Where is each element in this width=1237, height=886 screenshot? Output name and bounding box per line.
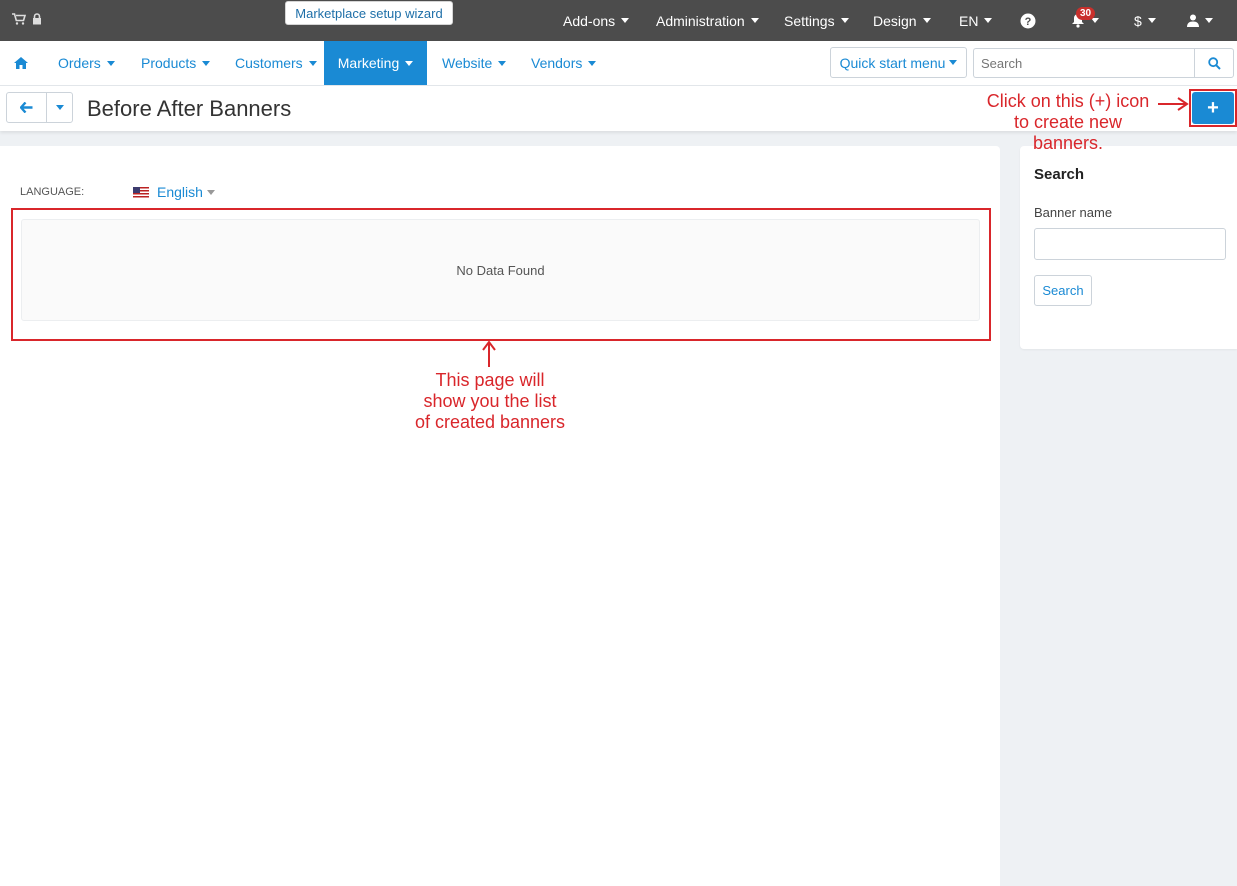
banner-name-label: Banner name (1034, 205, 1113, 220)
chevron-down-icon (55, 105, 64, 110)
nav-website-label: Website (442, 55, 493, 71)
user-menu[interactable] (1187, 0, 1213, 41)
user-icon (1187, 14, 1199, 27)
menu-add-ons-label: Add-ons (563, 12, 616, 29)
nav-customers-label: Customers (235, 55, 303, 71)
chevron-down-icon (1205, 18, 1213, 23)
nav-orders-label: Orders (58, 55, 101, 71)
quick-start-menu-label: Quick start menu (839, 54, 946, 71)
annotation-arrow-right (1158, 97, 1189, 111)
annotation-add-hint-line: Click on this (+) icon (986, 91, 1150, 111)
search-icon[interactable] (1194, 48, 1234, 78)
svg-text:?: ? (1025, 16, 1032, 28)
banner-name-input[interactable] (1034, 228, 1226, 260)
nav-products-label: Products (141, 55, 197, 71)
chevron-down-icon (405, 60, 414, 66)
menu-add-ons[interactable]: Add-ons (563, 0, 630, 41)
sidebar-title: Search (1034, 166, 1085, 183)
annotation-list-hint-line: of created banners (414, 412, 566, 432)
menu-currency[interactable]: $ (1134, 0, 1156, 41)
back-dropdown-button[interactable] (46, 92, 73, 123)
chevron-down-icon (206, 189, 215, 195)
annotation-arrow-up (482, 340, 496, 367)
menu-settings-label: Settings (784, 12, 835, 29)
language-selector-label: English (157, 184, 203, 200)
page-title: Before After Banners (87, 96, 292, 121)
nav-customers[interactable]: Customers (235, 41, 317, 85)
chevron-down-icon (621, 18, 630, 23)
annotation-list-hint: This page will show you the list of crea… (390, 370, 590, 433)
chevron-down-icon (588, 60, 597, 66)
notification-count-badge: 30 (1076, 7, 1096, 20)
chevron-down-icon (984, 18, 993, 23)
annotation-add-hint-line: banners. (1032, 133, 1104, 153)
chevron-down-icon (308, 60, 317, 66)
annotation-add-hint-line: to create new (1013, 112, 1123, 132)
home-icon[interactable] (14, 41, 28, 85)
menu-design[interactable]: Design (873, 0, 931, 41)
chevron-down-icon (922, 18, 931, 23)
top-bar: Marketplace setup wizard Add-ons Adminis… (0, 0, 1237, 41)
chevron-down-icon (840, 18, 849, 23)
annotation-add-hint: Click on this (+) icon to create new ban… (976, 91, 1160, 154)
quick-start-menu-button[interactable]: Quick start menu (830, 47, 967, 78)
menu-design-label: Design (873, 12, 917, 29)
nav-vendors-label: Vendors (531, 55, 583, 71)
annotation-highlight-list (11, 208, 991, 341)
annotation-list-hint-line: This page will (435, 370, 545, 390)
menu-language[interactable]: EN (959, 0, 993, 41)
annotation-highlight-add (1189, 89, 1237, 127)
menu-administration-label: Administration (656, 12, 745, 29)
chevron-down-icon (498, 60, 507, 66)
annotation-list-hint-line: show you the list (423, 391, 557, 411)
global-search-input[interactable] (973, 48, 1194, 78)
menu-currency-label: $ (1134, 12, 1142, 29)
cart-icon[interactable] (12, 13, 27, 28)
language-selector[interactable]: English (133, 184, 215, 200)
menu-language-label: EN (959, 12, 979, 29)
lock-icon[interactable] (32, 13, 42, 28)
nav-website[interactable]: Website (442, 41, 507, 85)
us-flag-icon (133, 186, 149, 198)
language-label: LANGUAGE: (20, 186, 85, 198)
nav-orders[interactable]: Orders (58, 41, 115, 85)
nav-products[interactable]: Products (141, 41, 211, 85)
chevron-down-icon (750, 18, 759, 23)
nav-vendors[interactable]: Vendors (531, 41, 597, 85)
chevron-down-icon (202, 60, 211, 66)
menu-settings[interactable]: Settings (784, 0, 849, 41)
top-left-icons (12, 0, 42, 41)
chevron-down-icon (1147, 18, 1156, 23)
marketplace-setup-wizard-link[interactable]: Marketplace setup wizard (285, 1, 453, 25)
back-button[interactable] (6, 92, 47, 123)
sidebar-search-button[interactable]: Search (1034, 275, 1092, 306)
nav-marketing[interactable]: Marketing (324, 41, 427, 85)
menu-administration[interactable]: Administration (656, 0, 759, 41)
help-icon[interactable]: ? (1020, 0, 1036, 41)
back-arrow-icon (20, 102, 33, 113)
nav-marketing-label: Marketing (337, 55, 400, 71)
chevron-down-icon (949, 60, 958, 65)
chevron-down-icon (106, 60, 115, 66)
